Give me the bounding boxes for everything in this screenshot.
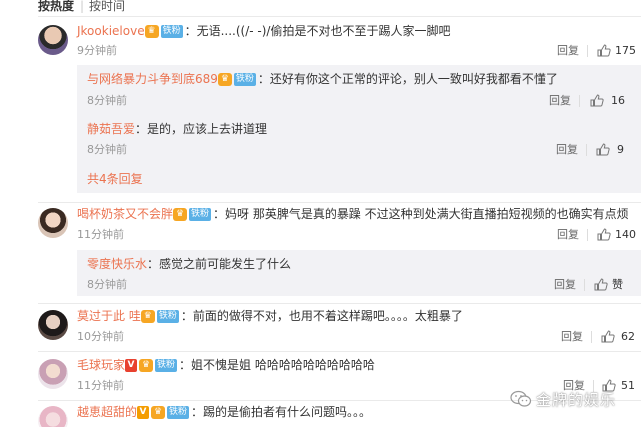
like-count: 16 (611, 94, 625, 107)
crown-badge-icon: ♛ (144, 25, 159, 38)
watermark-text: 金牌的娱乐 (536, 391, 617, 409)
fan-badge: 铁粉 (233, 73, 256, 86)
comment-text: ：前面的做得不对，也用不着这样踢吧。。。。太粗暴了 (180, 309, 463, 323)
avatar[interactable] (38, 359, 68, 389)
op-separator (587, 229, 588, 241)
comment-line: Jkookielove ♛ 铁粉 ：无语....((/- -)/偷拍是不对也不至于踢人… (77, 24, 450, 39)
comment-text: ：是的，应该上去讲道理 (135, 122, 268, 136)
comment-time: 8分钟前 (87, 143, 127, 156)
thumbs-up-icon[interactable] (597, 228, 611, 241)
comment-line: 莫过于此 哇 ♛ 铁粉 ：前面的做得不对，也用不着这样踢吧。。。。太粗暴了 (77, 309, 463, 324)
op-separator (587, 45, 588, 57)
username-link[interactable]: 喝杯奶茶又不会胖 (77, 207, 173, 221)
comment-time: 8分钟前 (87, 94, 127, 107)
avatar[interactable] (38, 406, 68, 427)
divider (38, 303, 641, 304)
comment-time: 9分钟前 (77, 44, 117, 57)
avatar[interactable] (38, 310, 68, 340)
like-count: 140 (615, 228, 636, 241)
username-link[interactable]: 静茹吾爱 (87, 122, 135, 136)
crown-badge-icon: ♛ (217, 73, 232, 86)
username-link[interactable]: 越恵超甜的 (77, 405, 137, 419)
crown-badge-icon: ♛ (139, 359, 154, 372)
watermark: 金牌的娱乐 (510, 385, 640, 415)
comment-line: 喝杯奶茶又不会胖 ♛ 铁粉 ：妈呀 那英脾气是真的暴躁 不过这种到处满大街直播拍短视频… (77, 207, 629, 222)
comment-text: ：姐不愧是姐 哈哈哈哈哈哈哈哈哈哈 (179, 358, 375, 372)
like-label: 赞 (612, 278, 623, 291)
like-count: 62 (621, 330, 635, 343)
fan-badge: 铁粉 (167, 406, 190, 419)
thumbs-up-icon[interactable] (601, 330, 615, 343)
username-link[interactable]: 零度快乐水 (87, 257, 147, 271)
sub-reply-line: 静茹吾爱：是的，应该上去讲道理 (87, 122, 267, 137)
like-count: 175 (615, 44, 636, 57)
crown-badge-icon: ♛ (151, 406, 166, 419)
reply-button[interactable]: 回复 (557, 228, 579, 241)
comment-text: ：妈呀 那英脾气是真的暴躁 不过这种到处满大街直播拍短视频的也确实有点烦 (213, 207, 629, 221)
comment-line: 越恵超甜的 V ♛ 铁粉 ：踢的是偷拍者有什么问题吗。。。 (77, 405, 371, 420)
comment-text: ：踢的是偷拍者有什么问题吗。。。 (191, 405, 372, 419)
sort-separator: | (80, 0, 85, 13)
fan-badge: 铁粉 (155, 359, 178, 372)
username-link[interactable]: 与网络暴力斗争到底689 (87, 72, 218, 86)
comment-text: ：还好有你这个正常的评论，别人一致叫好我都看不懂了 (257, 72, 558, 86)
divider (38, 202, 641, 203)
comment-time: 8分钟前 (87, 278, 127, 291)
sub-reply-line: 零度快乐水：感觉之前可能发生了什么 (87, 257, 291, 272)
verified-v-badge: V (125, 359, 138, 372)
comment-text: ：无语....((/- -)/偷拍是不对也不至于踢人家一脚吧 (184, 24, 451, 38)
comment-time: 10分钟前 (77, 330, 124, 343)
fan-badge: 铁粉 (156, 310, 179, 323)
sub-reply-line: 与网络暴力斗争到底689 ♛ 铁粉 ：还好有你这个正常的评论，别人一致叫好我都看不懂了 (87, 72, 558, 87)
avatar[interactable] (38, 208, 68, 238)
crown-badge-icon: ♛ (140, 310, 155, 323)
op-separator (584, 279, 585, 291)
comment-line: 毛球玩家 V ♛ 铁粉 ：姐不愧是姐 哈哈哈哈哈哈哈哈哈哈 (77, 358, 375, 373)
comment-time: 11分钟前 (77, 228, 124, 241)
reply-button[interactable]: 回复 (554, 278, 576, 291)
wechat-icon (510, 390, 532, 407)
username-link[interactable]: 莫过于此 哇 (77, 309, 141, 323)
username-link[interactable]: Jkookielove (77, 24, 145, 38)
crown-badge-icon: ♛ (173, 208, 188, 221)
op-separator (586, 144, 587, 156)
comment-text: ：感觉之前可能发生了什么 (147, 257, 292, 271)
reply-button[interactable]: 回复 (556, 143, 578, 156)
sort-bar: 按热度 | 按时间 (0, 0, 641, 14)
reply-button[interactable]: 回复 (549, 94, 571, 107)
thumbs-up-icon[interactable] (597, 44, 611, 57)
sort-by-hot-tab[interactable]: 按热度 (38, 0, 74, 13)
divider (38, 16, 641, 17)
thumbs-up-icon[interactable] (594, 278, 608, 291)
divider (38, 351, 641, 352)
sort-by-time-tab[interactable]: 按时间 (89, 0, 125, 13)
verified-v-badge: V (137, 406, 150, 419)
thumbs-up-icon[interactable] (590, 94, 604, 107)
thumbs-up-icon[interactable] (596, 143, 610, 156)
op-separator (591, 331, 592, 343)
fan-badge: 铁粉 (189, 208, 212, 221)
fan-badge: 铁粉 (160, 25, 183, 38)
username-link[interactable]: 毛球玩家 (77, 358, 125, 372)
op-separator (579, 95, 580, 107)
reply-button[interactable]: 回复 (561, 330, 583, 343)
comment-time: 11分钟前 (77, 379, 124, 392)
avatar[interactable] (38, 25, 68, 55)
reply-button[interactable]: 回复 (557, 44, 579, 57)
like-count: 9 (617, 143, 624, 156)
more-replies-link[interactable]: 共4条回复 (87, 172, 143, 186)
